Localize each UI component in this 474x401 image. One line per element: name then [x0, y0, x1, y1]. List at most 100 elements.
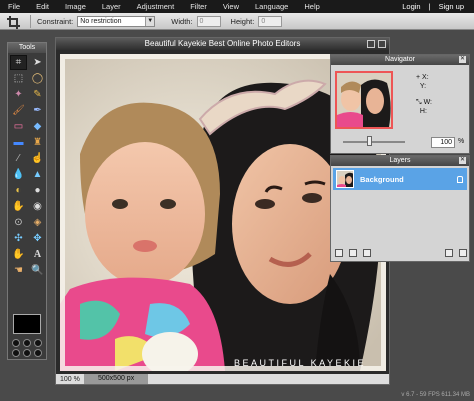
stamp-tool-icon[interactable]: ♜ [29, 135, 46, 150]
divider: | [428, 2, 431, 11]
crop-tool-icon[interactable]: ⌗ [10, 55, 27, 70]
layer-row[interactable]: Background [333, 168, 467, 190]
w-label: W: [423, 99, 432, 106]
menu-view[interactable]: View [215, 2, 247, 11]
menu-layer[interactable]: Layer [94, 2, 129, 11]
tool-grid: ⌗ ➤ ⬚ ◯ ✦ ✎ 🖌 ✒ ▭ ◆ ▬ ♜ ⁄ ☝ 💧 ▲ ◐ ● ✋ ◉ … [8, 53, 46, 280]
dodge-tool-icon[interactable]: ● [29, 183, 46, 198]
maximize-icon[interactable] [367, 40, 375, 48]
spot-heal-tool-icon[interactable]: ⊙ [10, 215, 27, 230]
magic-wand-tool-icon[interactable]: ✦ [10, 87, 27, 102]
h-label: H: [419, 108, 427, 115]
width-label: Width: [171, 16, 193, 26]
document-title: Beautiful Kayekie Best Online Photo Edit… [144, 39, 301, 48]
sharpen-tool-icon[interactable]: ▲ [29, 167, 46, 182]
color-preset[interactable] [23, 339, 31, 347]
close-icon[interactable]: ✕ [459, 56, 466, 63]
color-preset[interactable] [34, 349, 42, 357]
marquee-tool-icon[interactable]: ⬚ [10, 71, 27, 86]
zoom-slider-handle[interactable] [367, 136, 372, 146]
layers-header: Layers ✕ [331, 156, 469, 166]
constraint-select[interactable]: No restriction ▼ [77, 15, 156, 27]
zoom-slider-track[interactable] [343, 141, 405, 143]
layer-mask-icon[interactable] [349, 249, 357, 257]
clone-tool-icon[interactable]: ✒ [29, 103, 46, 118]
divider [30, 14, 31, 28]
zoom-tool-icon[interactable]: 🔍 [29, 263, 46, 278]
layer-buttons [335, 249, 467, 257]
status-footer: v 6.7 - 59 FPS 611.34 MB [401, 392, 470, 398]
lasso-tool-icon[interactable]: ◯ [29, 71, 46, 86]
constraint-label: Constraint: [37, 16, 74, 26]
pan-tool-icon[interactable]: ☚ [10, 263, 27, 278]
color-presets [12, 339, 42, 357]
new-layer-icon[interactable] [445, 249, 453, 257]
color-picker-tool-icon[interactable]: ⁄ [10, 151, 27, 166]
layers-title: Layers [389, 157, 411, 164]
pencil-tool-icon[interactable]: ✎ [29, 87, 46, 102]
layer-styles-icon[interactable] [335, 249, 343, 257]
layers-panel: Layers ✕ Background [330, 155, 470, 262]
layer-thumbnail [336, 170, 354, 188]
width-input[interactable]: 0 [196, 15, 221, 27]
eraser-tool-icon[interactable]: ▭ [10, 119, 27, 134]
color-swatch[interactable] [13, 314, 41, 334]
menu-language[interactable]: Language [247, 2, 296, 11]
watermark-text: BEAUTIFUL KAYEKIE [234, 358, 366, 368]
zoom-readout: 100 % [56, 376, 84, 383]
blur-tool-icon[interactable]: 💧 [10, 167, 27, 182]
options-bar: Constraint: No restriction ▼ Width: 0 He… [0, 13, 474, 30]
login-link[interactable]: Login [398, 2, 424, 11]
zoom-unit: % [73, 375, 80, 383]
menu-file[interactable]: File [0, 2, 28, 11]
height-input[interactable]: 0 [258, 15, 283, 27]
y-label: Y: [419, 83, 427, 90]
text-tool-icon[interactable]: A [29, 247, 46, 262]
thumbnail-image [337, 73, 391, 127]
spacer [377, 249, 439, 257]
navigator-panel: Navigator ✕ + X: Y: ⤡ W: H: 100 % [330, 54, 470, 154]
menu-adjustment[interactable]: Adjustment [129, 2, 183, 11]
bloat-tool-icon[interactable]: ✥ [29, 231, 46, 246]
close-icon[interactable] [378, 40, 386, 48]
color-preset[interactable] [12, 339, 20, 347]
smudge-tool-icon[interactable]: ☝ [29, 151, 46, 166]
constraint-value: No restriction [80, 17, 122, 25]
delete-layer-icon[interactable] [459, 249, 467, 257]
image-window-title: Beautiful Kayekie Best Online Photo Edit… [56, 38, 389, 50]
bandage-tool-icon[interactable]: ◈ [29, 215, 46, 230]
paint-bucket-tool-icon[interactable]: ◆ [29, 119, 46, 134]
lock-icon [457, 175, 463, 183]
zoom-value: 100 [60, 375, 72, 383]
gradient-tool-icon[interactable]: ▬ [10, 135, 27, 150]
brush-tool-icon[interactable]: 🖌 [10, 103, 27, 118]
layer-settings-icon[interactable] [363, 249, 371, 257]
color-preset[interactable] [34, 339, 42, 347]
menu-help[interactable]: Help [296, 2, 327, 11]
sponge-tool-icon[interactable]: ◐ [10, 183, 27, 198]
menu-bar: File Edit Image Layer Adjustment Filter … [0, 0, 474, 13]
image-size: 500x500 px [84, 374, 149, 384]
move-tool-icon[interactable]: ➤ [29, 55, 46, 70]
red-eye-tool-icon[interactable]: ◉ [29, 199, 46, 214]
burn-tool-icon[interactable]: ✋ [10, 199, 27, 214]
navigator-info: + X: Y: ⤡ W: H: [416, 73, 432, 116]
close-icon[interactable]: ✕ [459, 157, 466, 164]
menu-image[interactable]: Image [57, 2, 94, 11]
crop-icon [6, 14, 22, 29]
layer-thumbnail-image [337, 171, 353, 187]
navigator-zoom-input[interactable]: 100 [431, 137, 455, 148]
color-preset[interactable] [23, 349, 31, 357]
account-links: Login | Sign up [398, 2, 474, 11]
navigator-thumbnail[interactable] [335, 71, 393, 129]
color-preset[interactable] [12, 349, 20, 357]
menu-edit[interactable]: Edit [28, 2, 57, 11]
menu-filter[interactable]: Filter [182, 2, 215, 11]
pinch-tool-icon[interactable]: ✣ [10, 231, 27, 246]
hand-tool-icon[interactable]: ✋ [10, 247, 27, 262]
navigator-title: Navigator [385, 56, 415, 63]
navigator-zoom-unit: % [458, 138, 465, 145]
signup-link[interactable]: Sign up [435, 2, 468, 11]
tools-title: Tools [8, 43, 46, 53]
resize-icon: ⤡ [416, 99, 422, 106]
